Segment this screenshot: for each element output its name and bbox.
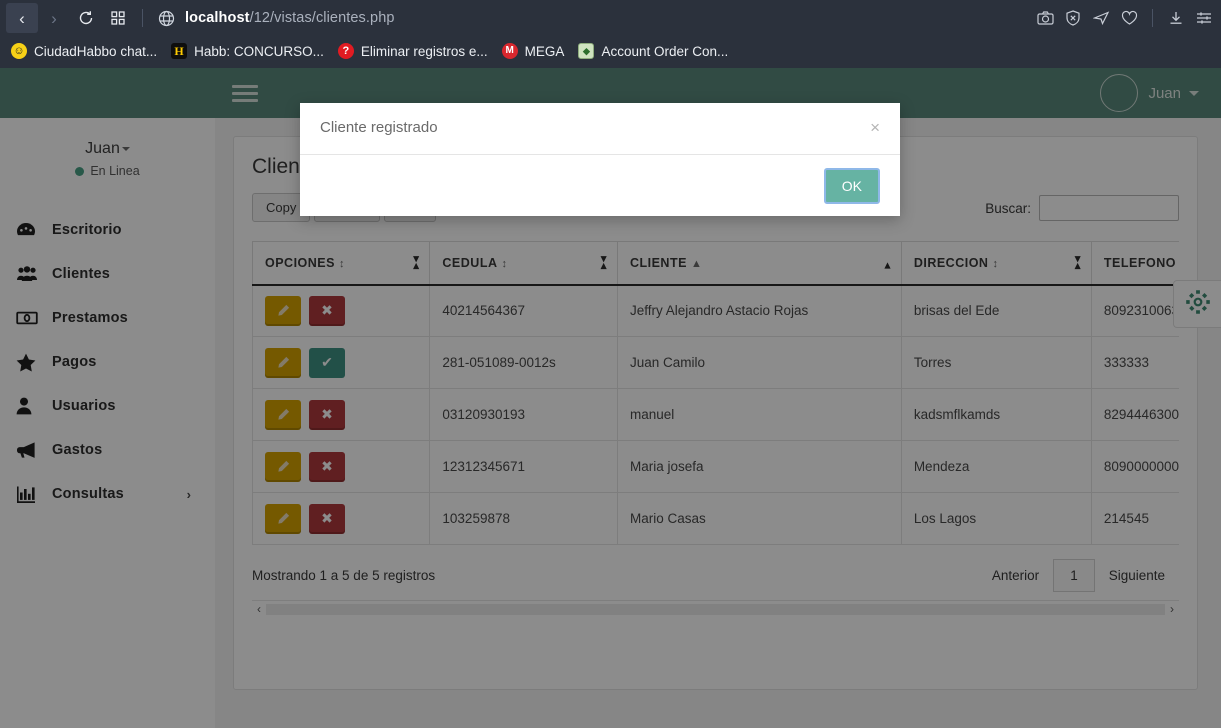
habbo-icon: H bbox=[171, 43, 188, 59]
settings-sliders-icon[interactable] bbox=[1191, 5, 1217, 31]
bookmark-label: MEGA bbox=[524, 43, 565, 59]
mega-icon: M bbox=[501, 43, 518, 59]
heart-icon[interactable] bbox=[1116, 5, 1142, 31]
cliente-registrado-modal: Cliente registrado × OK bbox=[300, 103, 900, 216]
forward-button[interactable]: › bbox=[38, 3, 70, 33]
bookmark-label: Eliminar registros e... bbox=[360, 43, 488, 59]
browser-toolbar: ‹ › localhost/12/vistas/clientes.php bbox=[0, 0, 1221, 36]
bookmark-label: CiudadHabbo chat... bbox=[34, 43, 158, 59]
toolbar-divider-2 bbox=[1152, 9, 1153, 27]
toolbar-divider bbox=[142, 9, 143, 27]
tab-grid-icon[interactable] bbox=[102, 3, 134, 33]
smiley-icon: ☺ bbox=[11, 43, 27, 59]
question-icon: ? bbox=[337, 43, 354, 59]
back-button[interactable]: ‹ bbox=[6, 3, 38, 33]
app-page: Juan Juan En Linea Escritorio Clientes P… bbox=[0, 68, 1221, 728]
camera-icon[interactable] bbox=[1032, 5, 1058, 31]
globe-icon bbox=[153, 5, 179, 31]
url-path: /12/vistas/clientes.php bbox=[249, 10, 395, 26]
toolbar-actions bbox=[1032, 0, 1217, 36]
bookmark-item[interactable]: ◆ Account Order Con... bbox=[573, 41, 737, 61]
bookmark-item[interactable]: M MEGA bbox=[497, 41, 574, 61]
bookmark-item[interactable]: H Habb: CONCURSO... bbox=[166, 41, 333, 61]
modal-footer: OK bbox=[300, 155, 900, 216]
download-icon[interactable] bbox=[1163, 5, 1189, 31]
bookmark-label: Habb: CONCURSO... bbox=[194, 43, 324, 59]
bookmarks-bar: ☺ CiudadHabbo chat... H Habb: CONCURSO..… bbox=[0, 36, 1221, 66]
bookmark-item[interactable]: ☺ CiudadHabbo chat... bbox=[6, 41, 166, 61]
close-icon[interactable]: × bbox=[870, 119, 880, 136]
bookmark-label: Account Order Con... bbox=[601, 43, 729, 59]
address-bar[interactable]: localhost/12/vistas/clientes.php bbox=[185, 10, 395, 26]
ok-button[interactable]: OK bbox=[823, 167, 880, 204]
send-icon[interactable] bbox=[1088, 5, 1114, 31]
shield-x-icon[interactable] bbox=[1060, 5, 1086, 31]
reload-icon[interactable] bbox=[70, 3, 102, 33]
modal-header: Cliente registrado × bbox=[300, 103, 900, 155]
url-host: localhost bbox=[185, 10, 250, 26]
browser-chrome: ‹ › localhost/12/vistas/clientes.php ☺ C… bbox=[0, 0, 1221, 68]
bookmark-item[interactable]: ? Eliminar registros e... bbox=[333, 41, 497, 61]
modal-title: Cliente registrado bbox=[320, 119, 438, 136]
account-icon: ◆ bbox=[578, 43, 595, 59]
